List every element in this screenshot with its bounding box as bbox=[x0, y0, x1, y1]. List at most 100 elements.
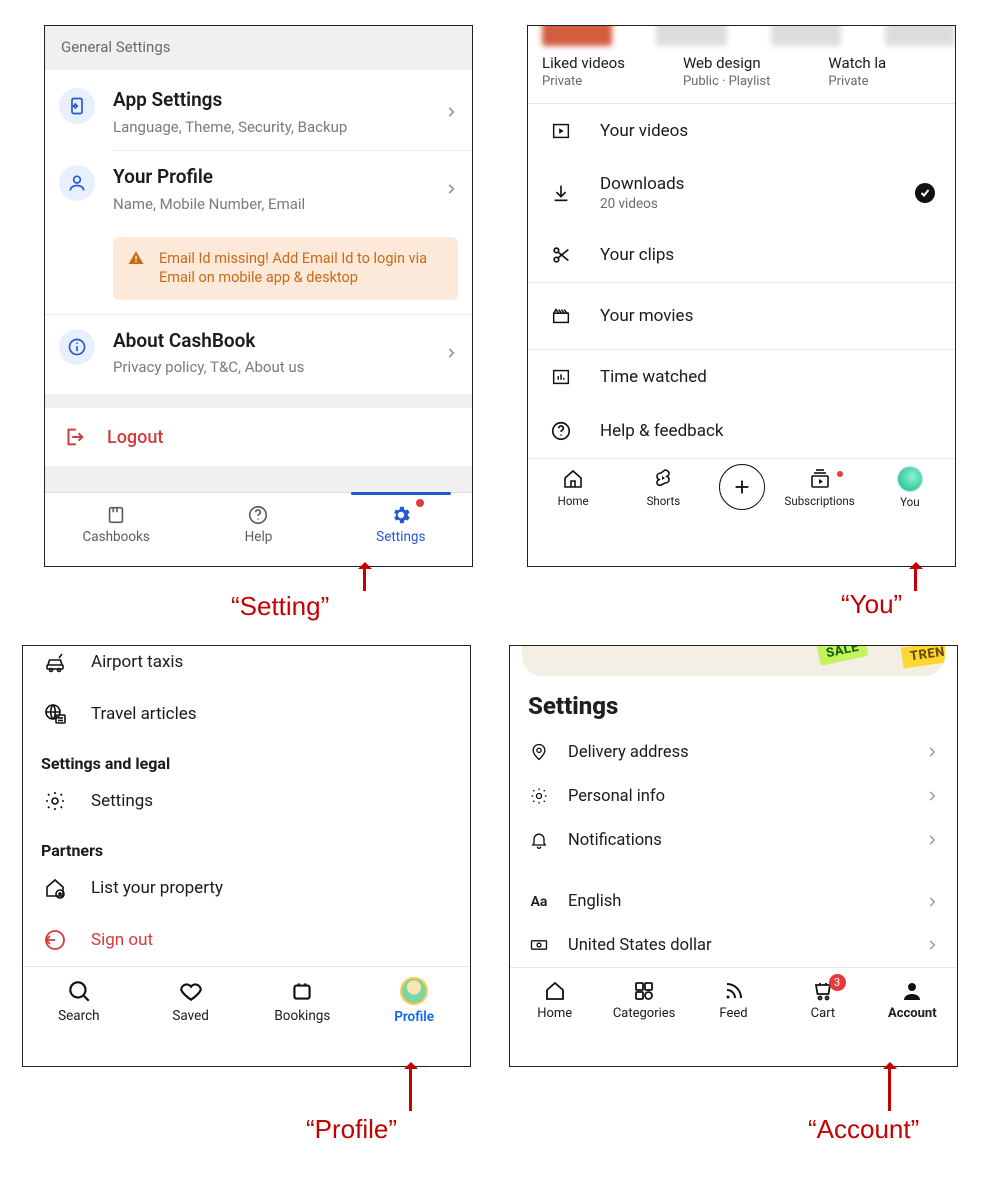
bottom-nav: Cashbooks Help Settings bbox=[45, 492, 472, 555]
row-language[interactable]: Aa English bbox=[510, 880, 957, 923]
playlist-web-design[interactable]: Web design Public · Playlist bbox=[683, 54, 770, 89]
tab-cashbooks[interactable]: Cashbooks bbox=[45, 493, 187, 555]
chevron-right-icon bbox=[925, 833, 939, 847]
create-button[interactable] bbox=[719, 464, 765, 510]
globe-news-icon bbox=[41, 702, 69, 726]
tab-profile[interactable]: Profile bbox=[358, 967, 470, 1035]
row-time-watched[interactable]: Time watched bbox=[528, 350, 955, 404]
row-personal-info[interactable]: Personal info bbox=[510, 774, 957, 818]
tab-settings[interactable]: Settings bbox=[330, 493, 472, 555]
row-label: Notifications bbox=[568, 831, 662, 850]
annotation-arrow bbox=[363, 565, 366, 591]
row-your-clips[interactable]: Your clips bbox=[528, 228, 955, 282]
row-label: Delivery address bbox=[568, 743, 689, 762]
info-icon bbox=[59, 329, 95, 365]
logout-button[interactable]: Logout bbox=[45, 408, 472, 466]
item-airport-taxis[interactable]: Airport taxis bbox=[41, 645, 452, 688]
tab-cart[interactable]: 3 Cart bbox=[778, 968, 867, 1032]
chevron-right-icon bbox=[925, 789, 939, 803]
logout-label: Logout bbox=[107, 427, 163, 448]
notification-dot bbox=[416, 499, 424, 507]
item-your-profile[interactable]: Your Profile Name, Mobile Number, Email bbox=[45, 151, 472, 227]
logout-icon bbox=[63, 426, 85, 448]
sale-banner[interactable]: SALE TREN bbox=[522, 646, 945, 676]
row-label: United States dollar bbox=[568, 936, 712, 955]
section-partners: Partners bbox=[41, 827, 452, 862]
row-delivery-address[interactable]: Delivery address bbox=[510, 730, 957, 774]
tab-home[interactable]: Home bbox=[528, 467, 618, 508]
tab-label: Search bbox=[58, 1008, 99, 1024]
download-icon bbox=[548, 182, 574, 204]
bottom-nav: Home Shorts Subscriptions You bbox=[528, 458, 955, 515]
row-your-movies[interactable]: Your movies bbox=[528, 283, 955, 349]
tab-label: Shorts bbox=[647, 494, 681, 508]
tab-feed[interactable]: Feed bbox=[689, 968, 778, 1032]
avatar-icon bbox=[897, 466, 923, 492]
item-subtitle: Privacy policy, T&C, About us bbox=[113, 358, 444, 376]
settings-heading: Settings bbox=[510, 690, 957, 730]
playlist-liked-videos[interactable]: Liked videos Private bbox=[542, 54, 625, 89]
playlist-title: Watch la bbox=[828, 54, 886, 72]
tab-label: Subscriptions bbox=[785, 494, 855, 508]
tab-you[interactable]: You bbox=[865, 466, 955, 509]
playlist-title: Web design bbox=[683, 54, 770, 72]
row-label: English bbox=[568, 892, 621, 911]
annotation-arrow bbox=[914, 565, 917, 591]
row-downloads[interactable]: Downloads 20 videos bbox=[528, 158, 955, 228]
playlist-sub: Private bbox=[828, 74, 886, 89]
tab-label: Feed bbox=[719, 1006, 747, 1021]
section-settings-legal: Settings and legal bbox=[41, 740, 452, 775]
chevron-right-icon bbox=[444, 105, 458, 119]
tab-help[interactable]: Help bbox=[187, 493, 329, 555]
item-label: Airport taxis bbox=[91, 652, 183, 672]
house-plus-icon bbox=[41, 876, 69, 900]
playlist-sub: Public · Playlist bbox=[683, 74, 770, 89]
tab-subscriptions[interactable]: Subscriptions bbox=[775, 467, 865, 508]
row-label: Downloads bbox=[600, 174, 889, 194]
bar-chart-icon bbox=[548, 366, 574, 388]
settings-header: General Settings bbox=[45, 26, 472, 70]
tab-shorts[interactable]: Shorts bbox=[618, 467, 708, 508]
item-settings[interactable]: Settings bbox=[41, 775, 452, 827]
item-about[interactable]: About CashBook Privacy policy, T&C, Abou… bbox=[45, 315, 472, 391]
row-label: Your movies bbox=[600, 306, 693, 326]
tab-saved[interactable]: Saved bbox=[135, 967, 247, 1035]
row-label: Help & feedback bbox=[600, 421, 723, 441]
row-label: Personal info bbox=[568, 787, 665, 806]
item-list-property[interactable]: List your property bbox=[41, 862, 452, 914]
annotation-profile: “Profile” bbox=[306, 1114, 397, 1145]
cart-badge: 3 bbox=[829, 974, 846, 991]
row-help-feedback[interactable]: Help & feedback bbox=[528, 404, 955, 458]
item-app-settings[interactable]: App Settings Language, Theme, Security, … bbox=[45, 74, 472, 150]
tab-search[interactable]: Search bbox=[23, 967, 135, 1035]
tab-account[interactable]: Account bbox=[868, 968, 957, 1032]
downloaded-check-icon bbox=[915, 183, 935, 203]
item-travel-articles[interactable]: Travel articles bbox=[41, 688, 452, 740]
screenshot-youtube: Liked videos Private Web design Public ·… bbox=[527, 25, 956, 567]
avatar-icon bbox=[400, 977, 428, 1005]
row-your-videos[interactable]: Your videos bbox=[528, 104, 955, 158]
play-outline-icon bbox=[548, 120, 574, 142]
row-currency[interactable]: United States dollar bbox=[510, 923, 957, 967]
playlists-row[interactable]: Liked videos Private Web design Public ·… bbox=[528, 54, 955, 103]
tab-home[interactable]: Home bbox=[510, 968, 599, 1032]
email-missing-warning[interactable]: Email Id missing! Add Email Id to login … bbox=[113, 237, 458, 300]
chevron-right-icon bbox=[444, 182, 458, 196]
tab-label: Home bbox=[558, 494, 589, 508]
sale-tag: SALE bbox=[816, 646, 868, 666]
row-notifications[interactable]: Notifications bbox=[510, 818, 957, 862]
annotation-arrow bbox=[888, 1065, 891, 1111]
sign-out-button[interactable]: Sign out bbox=[41, 914, 452, 966]
playlist-sub: Private bbox=[542, 74, 625, 89]
item-subtitle: Language, Theme, Security, Backup bbox=[113, 118, 444, 136]
tab-label: Profile bbox=[394, 1009, 434, 1025]
tab-bookings[interactable]: Bookings bbox=[247, 967, 359, 1035]
tab-categories[interactable]: Categories bbox=[599, 968, 688, 1032]
screenshot-ecommerce: SALE TREN Settings Delivery address Pers… bbox=[509, 645, 958, 1067]
screenshot-booking: Airport taxis Travel articles Settings a… bbox=[22, 645, 471, 1067]
bottom-nav: Home Categories Feed 3 Cart Account bbox=[510, 967, 957, 1032]
help-circle-icon bbox=[548, 420, 574, 442]
warning-text: Email Id missing! Add Email Id to login … bbox=[159, 249, 444, 288]
row-label: Time watched bbox=[600, 367, 707, 387]
playlist-watch-later[interactable]: Watch la Private bbox=[828, 54, 886, 89]
